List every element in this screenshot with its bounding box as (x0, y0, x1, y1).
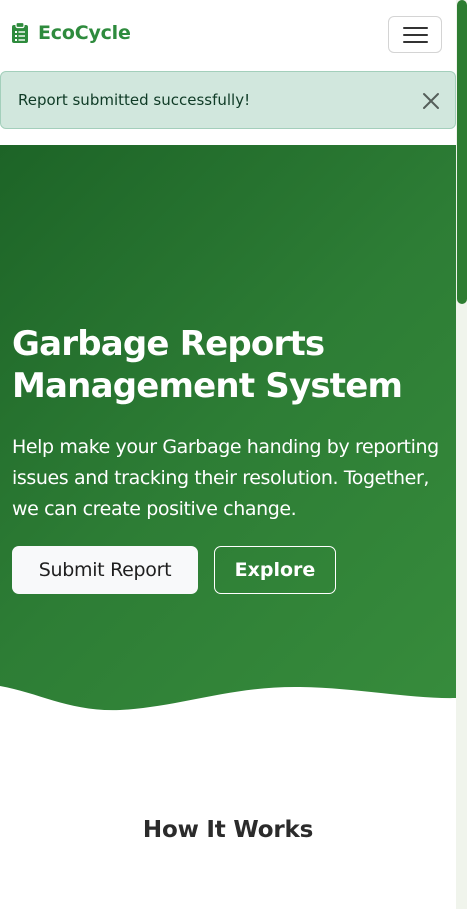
how-it-works-title: How It Works (142, 817, 314, 843)
submit-report-button[interactable]: Submit Report (12, 546, 198, 594)
hamburger-menu-icon (403, 27, 428, 43)
page: EcoCycle Report submitted successfully! … (0, 0, 456, 909)
hero-description: Help make your Garbage handing by report… (12, 436, 439, 520)
menu-toggle-button[interactable] (388, 16, 442, 53)
alert-close-button[interactable] (418, 88, 444, 114)
brand-link[interactable]: EcoCycle (11, 22, 131, 44)
scrollbar-thumb[interactable] (457, 0, 467, 304)
navbar: EcoCycle (0, 0, 456, 71)
clipboard-icon (12, 22, 28, 43)
hero-title-line1: Garbage Reports (12, 324, 325, 364)
success-alert: Report submitted successfully! (0, 71, 456, 129)
hero-title: Garbage Reports Management System (12, 323, 452, 407)
explore-button[interactable]: Explore (214, 546, 336, 594)
alert-message: Report submitted successfully! (18, 91, 251, 109)
hero-title-line2: Management System (12, 366, 403, 406)
close-icon (423, 93, 439, 109)
hero-section: Garbage Reports Management System Help m… (0, 145, 456, 715)
brand-name: EcoCycle (38, 22, 131, 44)
page-scrollbar[interactable] (456, 0, 467, 909)
hero-wave-divider (0, 686, 456, 715)
